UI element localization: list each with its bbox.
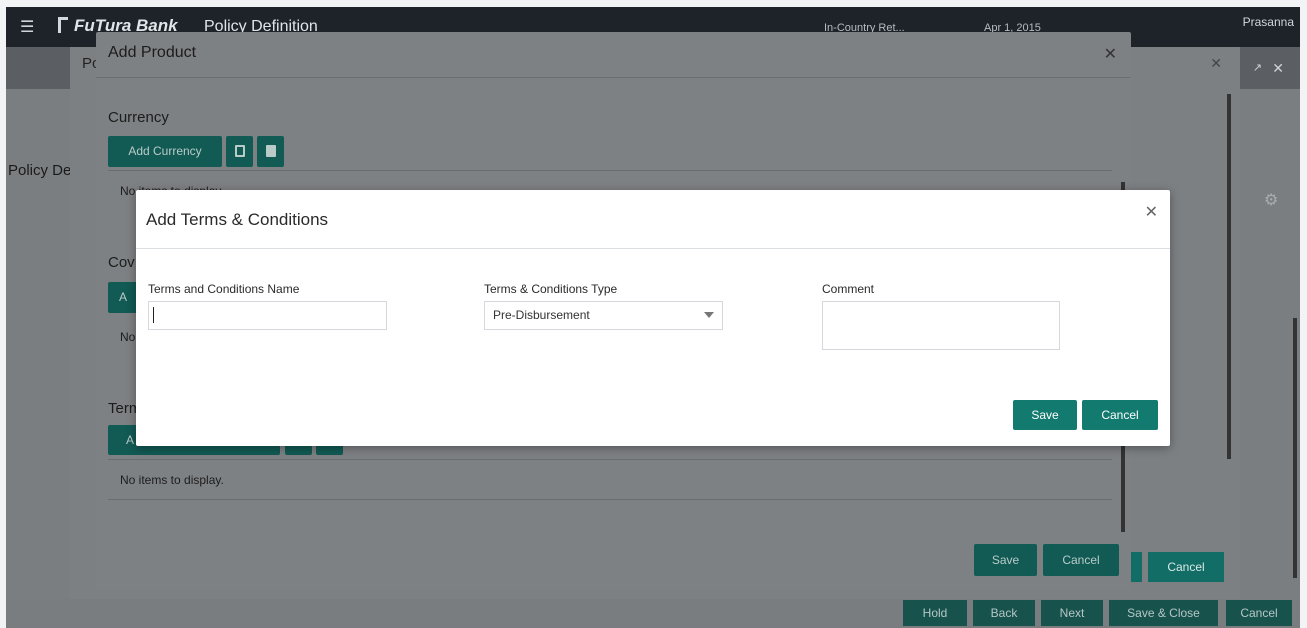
bottom-action-bar bbox=[6, 599, 1300, 628]
chevron-down-icon bbox=[704, 312, 714, 318]
page-right-panel bbox=[1240, 89, 1300, 599]
comment-label: Comment bbox=[822, 282, 875, 296]
terms-type-label: Terms & Conditions Type bbox=[484, 282, 618, 296]
policy-cancel-button[interactable]: Cancel bbox=[1148, 552, 1224, 582]
terms-type-select[interactable]: Pre-Disbursement bbox=[484, 301, 723, 330]
terms-empty-text: No items to display. bbox=[120, 473, 224, 487]
add-terms-title: Add Terms & Conditions bbox=[146, 210, 329, 229]
add-product-cancel-button[interactable]: Cancel bbox=[1043, 544, 1119, 576]
hamburger-menu-icon[interactable]: ☰ bbox=[20, 17, 36, 37]
add-product-header: Add Product ✕ bbox=[96, 32, 1131, 78]
currency-section-label: Currency bbox=[108, 109, 169, 126]
divider bbox=[108, 499, 1112, 500]
terms-cancel-button[interactable]: Cancel bbox=[1082, 400, 1158, 430]
trash-icon bbox=[265, 145, 276, 157]
add-terms-close-icon[interactable]: ✕ bbox=[1145, 202, 1158, 222]
terms-name-label: Terms and Conditions Name bbox=[148, 282, 300, 296]
text-caret bbox=[153, 307, 154, 323]
edit-icon bbox=[234, 145, 245, 157]
app-root: ☰ FuTura Bank Policy Definition In-Count… bbox=[0, 0, 1307, 628]
page-heading: Policy De bbox=[8, 162, 72, 179]
comment-field[interactable] bbox=[822, 301, 1060, 350]
policy-modal-close-icon[interactable]: ✕ bbox=[1210, 55, 1222, 72]
close-icon[interactable]: ✕ bbox=[1272, 60, 1284, 77]
terms-name-input[interactable] bbox=[148, 301, 387, 330]
edit-currency-button[interactable] bbox=[226, 136, 253, 167]
add-terms-conditions-modal: Add Terms & Conditions ✕ Terms and Condi… bbox=[136, 190, 1170, 446]
add-terms-header: Add Terms & Conditions ✕ bbox=[136, 190, 1170, 249]
divider bbox=[108, 459, 1112, 460]
hold-button[interactable]: Hold bbox=[903, 600, 967, 626]
brand-mark-icon bbox=[58, 17, 68, 33]
add-currency-button[interactable]: Add Currency bbox=[108, 136, 222, 167]
gear-icon[interactable]: ⚙ bbox=[1264, 190, 1278, 210]
divider bbox=[108, 170, 1112, 171]
add-product-save-button[interactable]: Save bbox=[974, 544, 1037, 576]
back-button[interactable]: Back bbox=[973, 600, 1035, 626]
expand-icon[interactable]: ↗ bbox=[1253, 61, 1262, 74]
cancel-button[interactable]: Cancel bbox=[1226, 600, 1292, 626]
user-menu[interactable]: Prasanna bbox=[1243, 15, 1294, 29]
page-scrollbar[interactable] bbox=[1293, 318, 1297, 578]
coverage-section-label: Cov bbox=[108, 254, 135, 271]
terms-save-button[interactable]: Save bbox=[1013, 400, 1077, 430]
coverage-empty-text: No bbox=[120, 330, 136, 344]
delete-currency-button[interactable] bbox=[257, 136, 284, 167]
add-product-title: Add Product bbox=[108, 44, 197, 61]
add-product-close-icon[interactable]: ✕ bbox=[1104, 44, 1117, 64]
next-button[interactable]: Next bbox=[1041, 600, 1103, 626]
policy-modal-scrollbar[interactable] bbox=[1227, 94, 1231, 459]
terms-type-value: Pre-Disbursement bbox=[493, 308, 590, 322]
add-coverage-button[interactable]: A bbox=[108, 282, 138, 313]
save-close-button[interactable]: Save & Close bbox=[1109, 600, 1218, 626]
